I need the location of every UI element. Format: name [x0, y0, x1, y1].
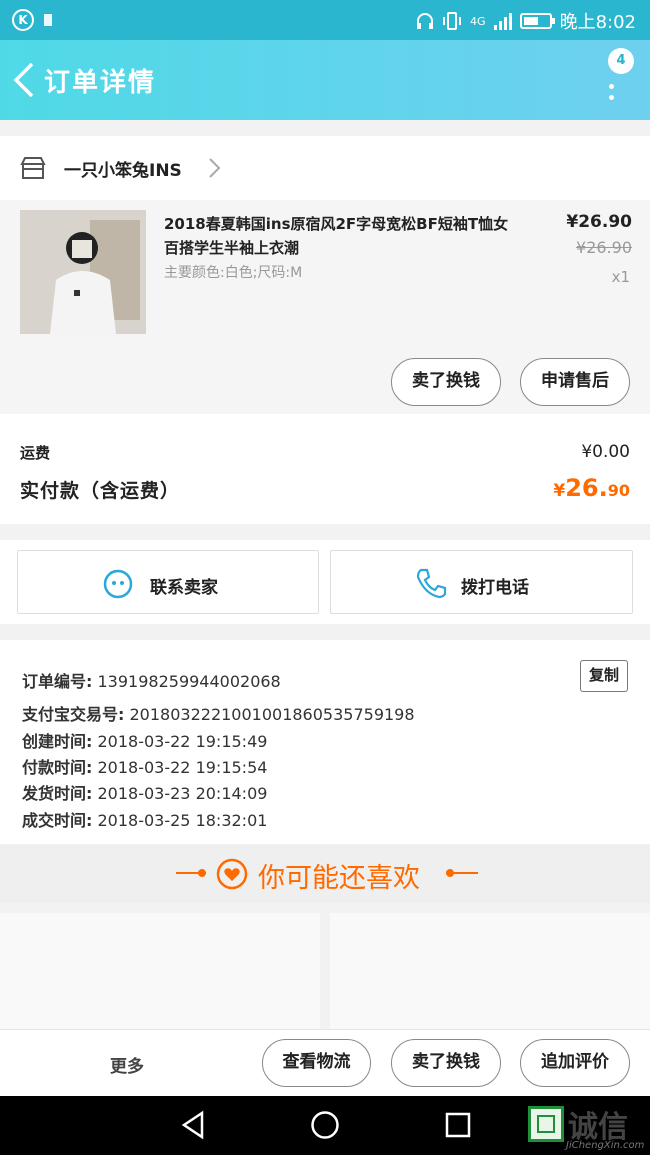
alipay-number-row: 支付宝交易号: 2018032221001001860535759198 — [22, 705, 415, 724]
chat-face-icon — [103, 569, 133, 599]
order-number-row: 订单编号: 139198259944002068 — [22, 672, 281, 691]
status-bar: K 4G 晚上8:02 — [0, 0, 650, 40]
divider-right — [448, 872, 478, 874]
product-thumbnail[interactable] — [20, 210, 146, 334]
recommend-header: 你可能还喜欢 — [0, 845, 650, 903]
recommend-card[interactable] — [0, 913, 320, 1029]
watermark-logo: 诚信 JiChengXin.com — [528, 1102, 646, 1152]
app-header: 订单详情 4 — [0, 40, 650, 120]
paid-amount: ¥26.90 — [553, 474, 630, 502]
nav-home-icon[interactable] — [310, 1110, 340, 1140]
product-price: ¥26.90 — [566, 212, 632, 232]
product-sku: 主要颜色:白色;尺码:M — [164, 265, 303, 281]
order-info: 复制 订单编号: 139198259944002068 支付宝交易号: 2018… — [0, 640, 650, 844]
create-time-row: 创建时间: 2018-03-22 19:15:49 — [22, 732, 268, 751]
paid-label: 实付款（含运费） — [20, 480, 181, 502]
nav-recents-icon[interactable] — [444, 1110, 472, 1140]
contact-seller-button[interactable]: 联系卖家 — [17, 550, 319, 614]
contact-seller-label: 联系卖家 — [150, 578, 218, 598]
after-sale-button[interactable]: 申请售后 — [520, 358, 630, 406]
app-k-icon: K — [12, 9, 34, 31]
view-logistics-button[interactable]: 查看物流 — [262, 1039, 371, 1087]
signal-icon — [493, 12, 512, 30]
deal-time-row: 成交时间: 2018-03-25 18:32:01 — [22, 811, 268, 830]
order-item[interactable]: 2018春夏韩国ins原宿风2F字母宽松BF短袖T恤女百搭学生半袖上衣潮 主要颜… — [0, 200, 650, 414]
notification-badge: 4 — [608, 48, 634, 74]
shop-name[interactable]: 一只小笨兔INS — [64, 156, 182, 181]
watermark-emblem-icon — [528, 1106, 564, 1142]
shipping-value: ¥0.00 — [581, 442, 630, 462]
action-bar: 更多 查看物流 卖了换钱 追加评价 — [0, 1029, 650, 1096]
recommend-card[interactable] — [330, 913, 650, 1029]
page-title: 订单详情 — [44, 68, 157, 98]
product-title[interactable]: 2018春夏韩国ins原宿风2F字母宽松BF短袖T恤女百搭学生半袖上衣潮 — [164, 212, 514, 260]
back-arrow-icon[interactable] — [10, 60, 40, 100]
contact-section: 联系卖家 拨打电话 — [0, 540, 650, 624]
pay-time-row: 付款时间: 2018-03-22 19:15:54 — [22, 758, 268, 777]
shop-row[interactable]: 一只小笨兔INS — [0, 136, 650, 200]
sell-exchange-button[interactable]: 卖了换钱 — [391, 358, 501, 406]
recommend-grid — [0, 903, 650, 1029]
notification-icon — [44, 14, 52, 26]
store-icon — [20, 157, 46, 179]
battery-icon — [519, 13, 555, 29]
more-link[interactable]: 更多 — [110, 1052, 144, 1077]
recommend-title: 你可能还喜欢 — [258, 863, 420, 894]
network-type: 4G — [470, 14, 486, 28]
copy-button[interactable]: 复制 — [580, 660, 628, 692]
call-button[interactable]: 拨打电话 — [330, 550, 633, 614]
chevron-right-icon — [209, 158, 221, 178]
divider-dot-left — [198, 869, 206, 877]
watermark-url: JiChengXin.com — [566, 1140, 645, 1151]
shipping-label: 运费 — [20, 444, 51, 462]
call-label: 拨打电话 — [461, 578, 529, 598]
ship-time-row: 发货时间: 2018-03-23 20:14:09 — [22, 784, 268, 803]
original-price: ¥26.90 — [576, 238, 632, 257]
clock: 晚上8:02 — [559, 12, 636, 33]
headset-icon — [417, 13, 434, 29]
fee-summary: 运费 ¥0.00 实付款（含运费） ¥26.90 — [0, 414, 650, 524]
more-menu-icon[interactable] — [609, 84, 614, 106]
quantity: x1 — [611, 268, 630, 286]
sell-exchange-footer-button[interactable]: 卖了换钱 — [391, 1039, 501, 1087]
vibrate-icon — [443, 12, 462, 30]
heart-icon — [216, 858, 248, 890]
nav-back-icon[interactable] — [178, 1110, 208, 1140]
phone-icon — [416, 568, 447, 599]
add-review-button[interactable]: 追加评价 — [520, 1039, 630, 1087]
